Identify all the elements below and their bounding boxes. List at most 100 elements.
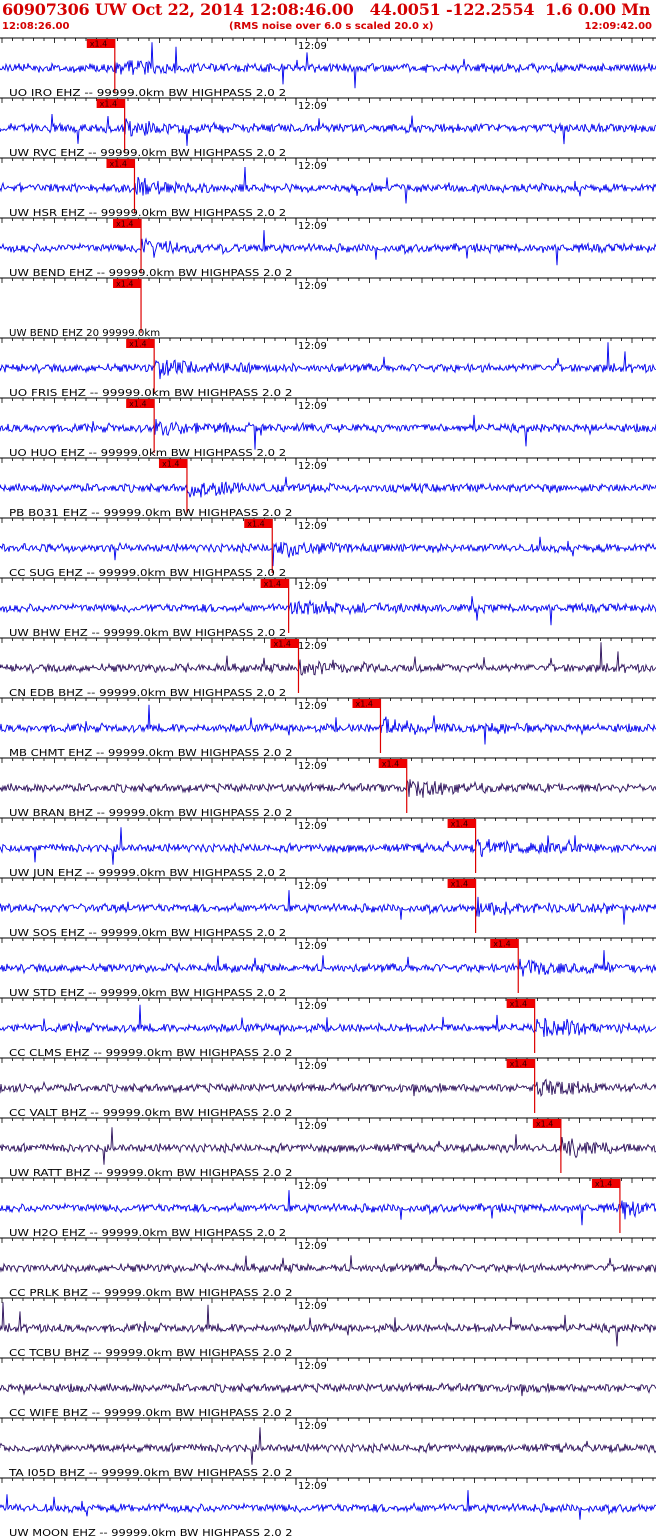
waveform xyxy=(0,414,656,450)
waveform xyxy=(0,950,656,977)
minute-mark-label: 12:09 xyxy=(298,1421,327,1432)
trace-row: 12:09 TA I05D BHZ -- 99999.0km BW HIGHPAS… xyxy=(0,1417,656,1479)
scale-badge-label: x1.4 xyxy=(382,760,399,769)
minute-mark-label: 12:09 xyxy=(298,701,327,712)
waveform xyxy=(0,1127,656,1165)
trace-row: 12:09 x1.4 PB B031 EHZ -- 99999.0km BW HIG… xyxy=(0,457,656,519)
trace-row: 12:09 x1.4 UW JUN EHZ -- 99999.0km BW HIGH… xyxy=(0,817,656,879)
minute-mark-label: 12:09 xyxy=(298,581,327,592)
trace-row: 12:09 x1.4 UW RVC EHZ -- 99999.0km BW HIGH… xyxy=(0,97,656,159)
station-label: UO HUO EHZ -- 99999.0km BW HIGHPASS 2.0 … xyxy=(9,448,286,459)
waveform xyxy=(0,778,656,798)
scale-badge-label: x1.4 xyxy=(595,1180,612,1189)
station-label: CC VALT BHZ -- 99999.0km BW HIGHPASS 2.0… xyxy=(9,1108,293,1119)
scale-badge-label: x1.4 xyxy=(109,160,126,169)
station-label: CN EDB BHZ -- 99999.0km BW HIGHPASS 2.0 … xyxy=(9,688,286,699)
waveform xyxy=(0,1427,656,1465)
station-label: CC TCBU BHZ -- 99999.0km BW HIGHPASS 2.0… xyxy=(9,1348,293,1359)
scale-badge-label: x1.4 xyxy=(273,640,290,649)
trace-row: 12:09 x1.4 UW BEND EHZ 20 99999.0km xyxy=(0,277,656,339)
waveform xyxy=(0,1490,656,1520)
scale-badge-label: x1.4 xyxy=(129,400,146,409)
station-label: UW STD EHZ -- 99999.0km BW HIGHPASS 2.0 … xyxy=(9,988,286,999)
minute-mark-label: 12:09 xyxy=(298,401,327,412)
minute-mark-label: 12:09 xyxy=(298,1361,327,1372)
trace-row: 12:09 UW MOON EHZ -- 99999.0km BW HIGHPAS… xyxy=(0,1477,656,1538)
trace-row: 12:09 x1.4 UW BHW EHZ -- 99999.0km BW HIGH… xyxy=(0,577,656,639)
waveform xyxy=(0,1255,656,1274)
waveform xyxy=(0,230,656,266)
header: 60907306 UW Oct 22, 2014 12:08:46.00 44.… xyxy=(0,0,656,36)
scale-badge-label: x1.4 xyxy=(451,820,468,829)
event-title: 60907306 UW Oct 22, 2014 12:08:46.00 44.… xyxy=(2,0,656,19)
trace-row: 12:09 x1.4 CC VALT BHZ -- 99999.0km BW HIG… xyxy=(0,1057,656,1119)
seismogram-page: { "header": { "title": "60907306 UW Oct … xyxy=(0,0,656,1538)
trace-row: 12:09 x1.4 CC SUG EHZ -- 99999.0km BW HIGH… xyxy=(0,517,656,579)
station-label: UW BEND EHZ 20 99999.0km xyxy=(9,328,160,339)
station-label: UO IRO EHZ -- 99999.0km BW HIGHPASS 2.0 … xyxy=(9,88,286,99)
waveform xyxy=(0,536,656,567)
station-label: UW BHW EHZ -- 99999.0km BW HIGHPASS 2.0 … xyxy=(9,628,286,639)
waveform xyxy=(0,704,656,745)
trace-row: 12:09 CC WIFE BHZ -- 99999.0km BW HIGHPAS… xyxy=(0,1357,656,1419)
trace-row: 12:09 x1.4 UW STD EHZ -- 99999.0km BW HIGH… xyxy=(0,937,656,999)
waveform xyxy=(0,1190,656,1226)
waveform xyxy=(0,113,656,146)
scale-badge-label: x1.4 xyxy=(116,220,133,229)
scale-badge-label: x1.4 xyxy=(510,1000,527,1009)
minute-mark-label: 12:09 xyxy=(298,761,327,772)
trace-row: 12:09 x1.4 CC CLMS EHZ -- 99999.0km BW HIG… xyxy=(0,997,656,1059)
waveform xyxy=(0,166,656,204)
minute-mark-label: 12:09 xyxy=(298,101,327,112)
waveform xyxy=(0,890,656,925)
station-label: CC WIFE BHZ -- 99999.0km BW HIGHPASS 2.0… xyxy=(9,1408,293,1419)
trace-row: 12:09 x1.4 CN EDB BHZ -- 99999.0km BW HIGH… xyxy=(0,637,656,699)
station-label: UW JUN EHZ -- 99999.0km BW HIGHPASS 2.0 … xyxy=(9,868,286,879)
station-label: UW SOS EHZ -- 99999.0km BW HIGHPASS 2.0 … xyxy=(9,928,286,939)
station-label: UW MOON EHZ -- 99999.0km BW HIGHPASS 2.0… xyxy=(9,1528,293,1538)
trace-row: 12:09 x1.4 UO HUO EHZ -- 99999.0km BW HIGH… xyxy=(0,397,656,459)
minute-mark-label: 12:09 xyxy=(298,641,327,652)
waveform xyxy=(0,42,656,89)
station-label: UW BEND EHZ -- 99999.0km BW HIGHPASS 2.0… xyxy=(9,268,293,279)
station-label: UO FRIS EHZ -- 99999.0km BW HIGHPASS 2.0… xyxy=(9,388,293,399)
minute-mark-label: 12:09 xyxy=(298,41,327,52)
seismogram-plot: 12:09 x1.4 UO IRO EHZ -- 99999.0km BW HIGH… xyxy=(0,37,656,1538)
station-label: MB CHMT EHZ -- 99999.0km BW HIGHPASS 2.0… xyxy=(9,748,293,759)
trace-row: 12:09 x1.4 MB CHMT EHZ -- 99999.0km BW HIG… xyxy=(0,697,656,759)
station-label: UW HSR EHZ -- 99999.0km BW HIGHPASS 2.0 … xyxy=(9,208,286,219)
minute-mark-label: 12:09 xyxy=(298,521,327,532)
minute-mark-label: 12:09 xyxy=(298,461,327,472)
start-time: 12:08:26.00 xyxy=(2,21,70,32)
trace-row: 12:09 x1.4 UW HSR EHZ -- 99999.0km BW HIGH… xyxy=(0,157,656,219)
minute-mark-label: 12:09 xyxy=(298,1121,327,1132)
waveform xyxy=(0,827,656,865)
station-label: TA I05D BHZ -- 99999.0km BW HIGHPASS 2.0… xyxy=(8,1468,293,1479)
scale-badge-label: x1.4 xyxy=(536,1120,553,1129)
minute-mark-label: 12:09 xyxy=(298,1001,327,1012)
waveform xyxy=(0,1302,656,1347)
end-time: 12:09:42.00 xyxy=(584,21,652,32)
waveform xyxy=(0,476,656,498)
waveform xyxy=(0,1004,656,1037)
trace-row: 12:09 x1.4 UW BRAN BHZ -- 99999.0km BW HIG… xyxy=(0,757,656,819)
minute-mark-label: 12:09 xyxy=(298,1481,327,1492)
waveform xyxy=(0,1381,656,1397)
trace-row: 12:09 CC PRLK BHZ -- 99999.0km BW HIGHPAS… xyxy=(0,1237,656,1299)
scale-badge-label: x1.4 xyxy=(129,340,146,349)
trace-row: 12:09 x1.4 UW H2O EHZ -- 99999.0km BW HIGH… xyxy=(0,1177,656,1239)
minute-mark-label: 12:09 xyxy=(298,1061,327,1072)
scale-badge-label: x1.4 xyxy=(355,700,372,709)
scale-badge-label: x1.4 xyxy=(451,880,468,889)
station-label: UW H2O EHZ -- 99999.0km BW HIGHPASS 2.0 … xyxy=(9,1228,286,1239)
minute-mark-label: 12:09 xyxy=(298,221,327,232)
minute-mark-label: 12:09 xyxy=(298,821,327,832)
station-label: CC SUG EHZ -- 99999.0km BW HIGHPASS 2.0 … xyxy=(9,568,286,579)
minute-mark-label: 12:09 xyxy=(298,1241,327,1252)
minute-mark-label: 12:09 xyxy=(298,941,327,952)
station-label: UW BRAN BHZ -- 99999.0km BW HIGHPASS 2.0… xyxy=(9,808,293,819)
trace-row: 12:09 CC TCBU BHZ -- 99999.0km BW HIGHPAS… xyxy=(0,1297,656,1359)
station-label: UW RVC EHZ -- 99999.0km BW HIGHPASS 2.0 … xyxy=(9,148,286,159)
scale-badge-label: x1.4 xyxy=(116,280,133,289)
trace-row: 12:09 x1.4 UO FRIS EHZ -- 99999.0km BW HIG… xyxy=(0,337,656,399)
